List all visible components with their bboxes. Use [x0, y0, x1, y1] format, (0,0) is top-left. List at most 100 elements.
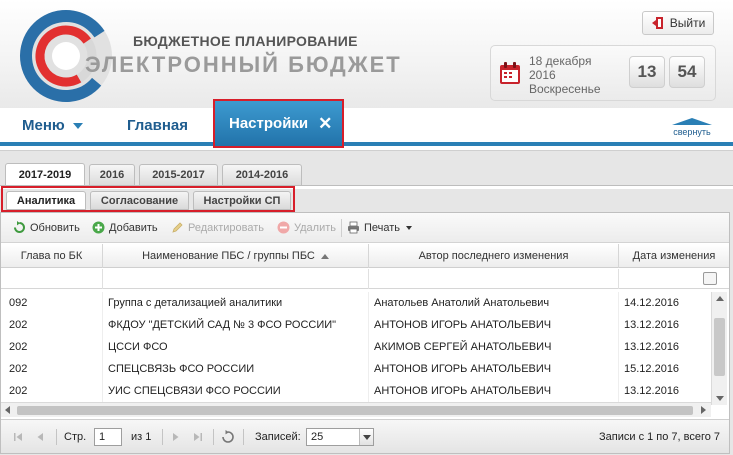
- first-page-icon[interactable]: [13, 432, 23, 442]
- chevron-down-icon: [406, 225, 413, 230]
- cell-date: 13.12.2016: [624, 341, 680, 353]
- print-label: Печать: [364, 221, 401, 234]
- year-tab-2015-2017[interactable]: 2015-2017: [139, 164, 218, 185]
- cell-author: АНТОНОВ ИГОРЬ АНАТОЛЬЕВИЧ: [369, 314, 619, 336]
- refresh-icon: [14, 221, 25, 233]
- year-tab-2016[interactable]: 2016: [89, 164, 135, 185]
- cell-date: 14.12.2016: [624, 297, 680, 309]
- app-header: БЮДЖЕТНОЕ ПЛАНИРОВАНИЕ ЭЛЕКТРОННЫЙ БЮДЖЕ…: [0, 0, 733, 108]
- records-summary: Записи с 1 по 7, всего 7: [599, 431, 721, 443]
- date-time-panel: 18 декабря 2016 Воскресенье 13 54: [490, 45, 716, 101]
- cell-chapter: 092: [1, 292, 103, 314]
- add-icon: [92, 221, 105, 234]
- records-per-page-select[interactable]: 25: [306, 428, 374, 446]
- grid-filter-row: [1, 269, 729, 289]
- cell-date: 15.12.2016: [624, 363, 680, 375]
- printer-icon: [348, 221, 359, 234]
- pager-separator: [243, 429, 244, 445]
- cell-author: АНТОНОВ ИГОРЬ АНАТОЛЬЕВИЧ: [369, 358, 619, 380]
- filter-chapter[interactable]: [1, 269, 103, 289]
- close-icon[interactable]: ✕: [318, 114, 332, 134]
- scroll-right-icon[interactable]: [701, 406, 706, 414]
- scroll-left-icon[interactable]: [5, 406, 10, 414]
- date-year: 2016: [529, 68, 556, 82]
- vertical-scroll-thumb[interactable]: [714, 318, 725, 376]
- nav-menu-label: Меню: [22, 117, 65, 134]
- cell-chapter: 202: [1, 336, 103, 358]
- table-row[interactable]: 092 Группа с детализацией аналитики Анат…: [1, 292, 711, 314]
- prev-page-icon[interactable]: [35, 432, 45, 442]
- cell-date: 13.12.2016: [624, 385, 680, 397]
- toolbar-separator: [341, 219, 342, 237]
- table-row[interactable]: 202 УИС СПЕЦСВЯЗИ ФСО РОССИИ АНТОНОВ ИГО…: [1, 380, 711, 402]
- nav-menu[interactable]: Меню: [22, 117, 83, 134]
- table-row[interactable]: 202 ФКДОУ "ДЕТСКИЙ САД № 3 ФСО РОССИИ" А…: [1, 314, 711, 336]
- year-tab-2014-2016[interactable]: 2014-2016: [222, 164, 302, 185]
- edit-button[interactable]: Редактировать: [171, 221, 264, 234]
- nav-home[interactable]: Главная: [127, 117, 188, 134]
- logout-icon: [651, 17, 663, 29]
- cell-name: Группа с детализацией аналитики: [103, 292, 369, 314]
- next-page-icon[interactable]: [171, 432, 181, 442]
- filter-toggle-button[interactable]: [703, 272, 717, 285]
- filter-name[interactable]: [103, 269, 369, 289]
- cell-name: ЦССИ ФСО: [103, 336, 369, 358]
- pager-separator: [213, 429, 214, 445]
- date-text: 18 декабря 2016 Воскресенье: [529, 54, 601, 96]
- edit-label: Редактировать: [188, 221, 264, 234]
- print-button[interactable]: Печать: [347, 221, 413, 234]
- horizontal-scrollbar[interactable]: [1, 402, 711, 417]
- cell-author: АНТОНОВ ИГОРЬ АНАТОЛЬЕВИЧ: [369, 380, 619, 402]
- nav-tab-settings[interactable]: Настройки ✕: [213, 99, 344, 148]
- records-per-page-value: 25: [311, 431, 324, 443]
- page-label: Стр.: [64, 431, 87, 443]
- cell-name: УИС СПЕЦСВЯЗИ ФСО РОССИИ: [103, 380, 369, 402]
- col-header-name[interactable]: Наименование ПБС / группы ПБС: [103, 244, 369, 268]
- grid-body: 092 Группа с детализацией аналитики Анат…: [1, 292, 711, 402]
- refresh-icon[interactable]: [221, 430, 235, 444]
- refresh-button[interactable]: Обновить: [13, 221, 80, 234]
- last-page-icon[interactable]: [193, 432, 203, 442]
- records-label: Записей:: [255, 431, 301, 443]
- grid-toolbar: Обновить Добавить Редактировать Удалить …: [1, 213, 729, 243]
- collapse-arrow-icon: [672, 118, 712, 125]
- vertical-scrollbar[interactable]: [711, 292, 727, 405]
- table-row[interactable]: 202 ЦССИ ФСО АКИМОВ СЕРГЕЙ АНАТОЛЬЕВИЧ 1…: [1, 336, 711, 358]
- page-number-input[interactable]: 1: [94, 428, 122, 446]
- app-title-line1: БЮДЖЕТНОЕ ПЛАНИРОВАНИЕ: [133, 33, 358, 49]
- filter-author[interactable]: [369, 269, 619, 289]
- clock-hours: 13: [629, 56, 665, 88]
- delete-button[interactable]: Удалить: [277, 221, 336, 234]
- chevron-down-icon: [72, 123, 83, 130]
- logout-button[interactable]: Выйти: [642, 11, 714, 35]
- cell-author: АКИМОВ СЕРГЕЙ АНАТОЛЬЕВИЧ: [369, 336, 619, 358]
- date-day: 18 декабря: [529, 54, 592, 68]
- horizontal-scroll-thumb[interactable]: [17, 406, 693, 415]
- sort-ascending-icon: [320, 253, 329, 259]
- col-header-chapter[interactable]: Глава по БК: [1, 244, 103, 268]
- cell-chapter: 202: [1, 358, 103, 380]
- pager-separator: [56, 429, 57, 445]
- page-count-label: из 1: [131, 431, 152, 443]
- main-nav: [0, 108, 733, 146]
- date-weekday: Воскресенье: [529, 82, 601, 96]
- scroll-down-icon[interactable]: [716, 396, 724, 401]
- filter-date[interactable]: [619, 269, 701, 289]
- chevron-down-icon[interactable]: [359, 429, 373, 445]
- col-header-date[interactable]: Дата изменения: [619, 244, 729, 268]
- cell-date: 13.12.2016: [624, 319, 680, 331]
- grid-header: Глава по БК Наименование ПБС / группы ПБ…: [1, 244, 729, 268]
- logout-label: Выйти: [669, 16, 706, 30]
- table-row[interactable]: 202 СПЕЦСВЯЗЬ ФСО РОССИИ АНТОНОВ ИГОРЬ А…: [1, 358, 711, 380]
- col-header-author[interactable]: Автор последнего изменения: [369, 244, 619, 268]
- collapse-button[interactable]: свернуть: [670, 118, 714, 137]
- year-tab-2017-2019[interactable]: 2017-2019: [5, 163, 85, 186]
- scroll-up-icon[interactable]: [716, 296, 724, 301]
- cell-name: ФКДОУ "ДЕТСКИЙ САД № 3 ФСО РОССИИ": [103, 314, 369, 336]
- add-label: Добавить: [109, 221, 158, 234]
- add-button[interactable]: Добавить: [92, 221, 158, 234]
- nav-tab-settings-label: Настройки: [229, 115, 309, 132]
- cell-author: Анатольев Анатолий Анатольевич: [369, 292, 619, 314]
- delete-icon: [277, 221, 290, 234]
- content-area: 2017-2019 2016 2015-2017 2014-2016 Анали…: [0, 150, 733, 455]
